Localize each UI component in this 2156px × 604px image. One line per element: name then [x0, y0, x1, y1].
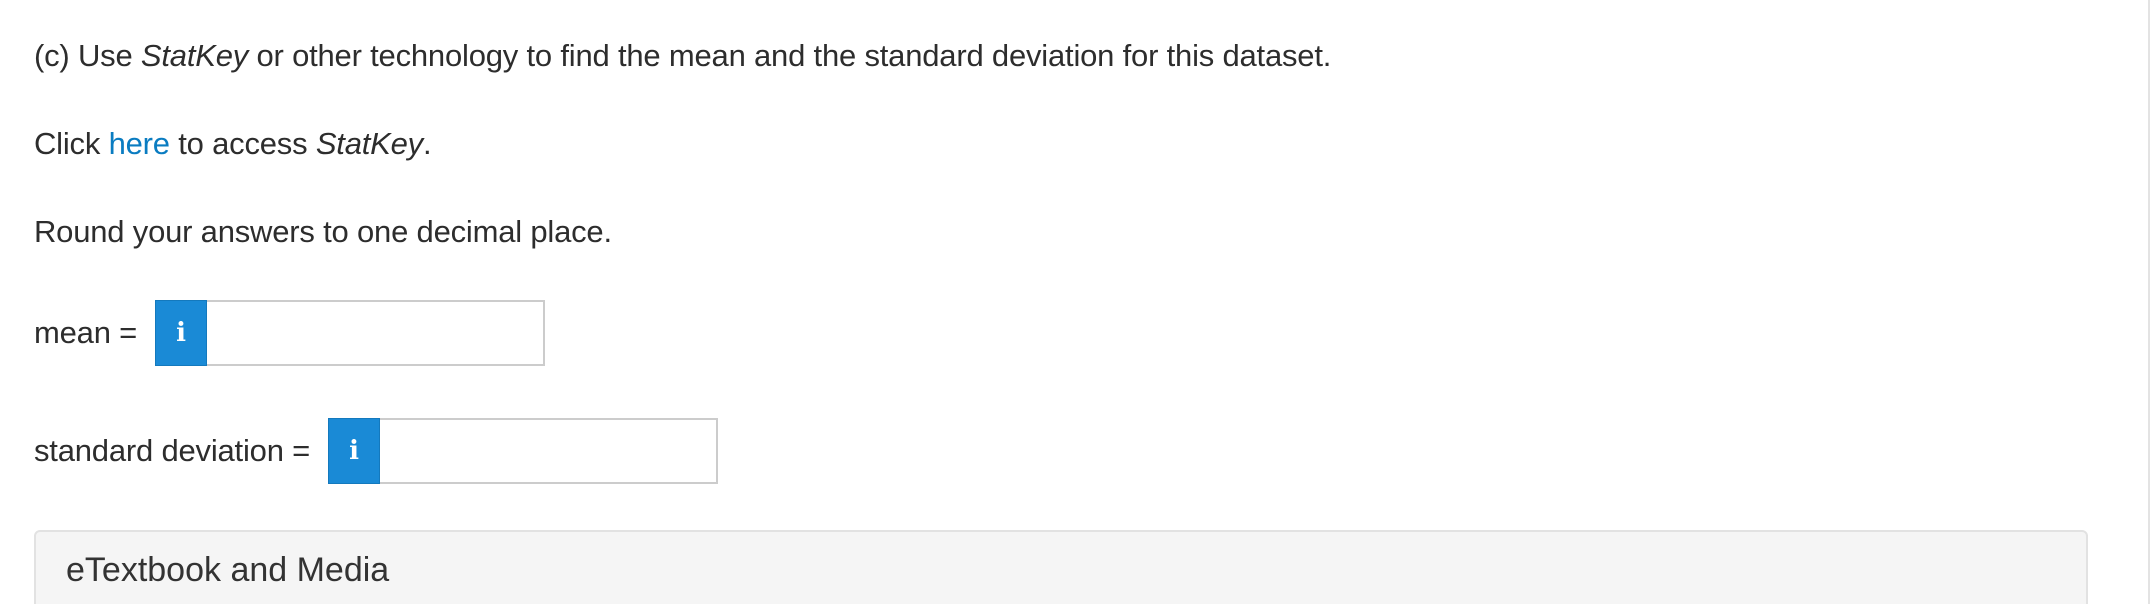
std-dev-input[interactable]: [380, 418, 719, 484]
access-prefix: Click: [34, 126, 109, 161]
card-right-border: [2148, 0, 2150, 604]
question-suffix: or other technology to find the mean and…: [248, 38, 1332, 73]
mean-input[interactable]: [207, 300, 546, 366]
std-dev-info-icon[interactable]: i: [328, 418, 381, 484]
etextbook-media-panel[interactable]: eTextbook and Media: [34, 530, 2088, 604]
mean-info-icon[interactable]: i: [155, 300, 208, 366]
question-tool-name: StatKey: [140, 38, 249, 73]
access-tool-name: StatKey: [315, 126, 423, 161]
statkey-link[interactable]: here: [109, 126, 170, 161]
mean-answer-row: mean = i: [34, 300, 546, 366]
question-text: (c) Use StatKey or other technology to f…: [34, 36, 1331, 76]
access-middle: to access: [169, 126, 316, 161]
access-statkey-text: Click here to access StatKey.: [34, 124, 432, 164]
mean-label: mean =: [34, 315, 138, 350]
question-prefix: (c) Use: [34, 38, 141, 73]
rounding-instruction: Round your answers to one decimal place.: [34, 214, 612, 249]
etextbook-media-title[interactable]: eTextbook and Media: [66, 550, 389, 590]
access-suffix: .: [422, 126, 432, 161]
std-dev-answer-row: standard deviation = i: [34, 418, 719, 484]
std-dev-label: standard deviation =: [34, 433, 311, 468]
